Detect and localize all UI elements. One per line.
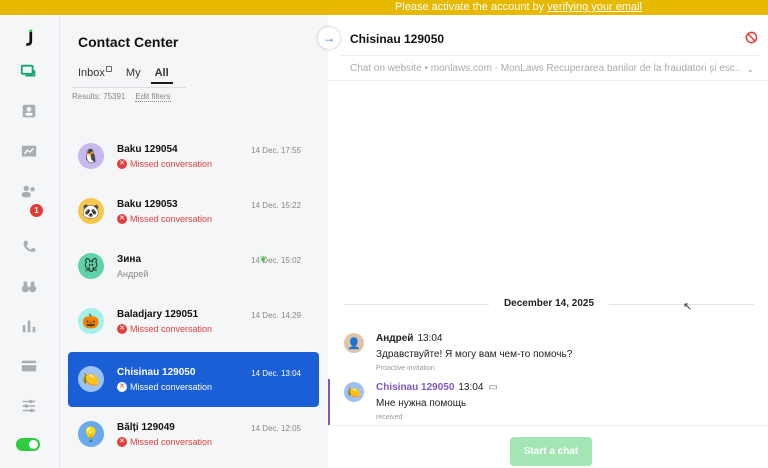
conversation-status: ✕ Missed conversation	[117, 382, 212, 392]
bulb-icon: 💡	[78, 421, 104, 447]
chat-panel: → Chisinau 129050 Chat on website • monl…	[318, 15, 768, 468]
message-note: Proactive invitation	[376, 365, 435, 372]
reports-icon[interactable]	[18, 141, 40, 163]
mouse-cursor-icon: ↖	[683, 301, 693, 313]
conversation-time: 14 Dec. 15:02	[251, 256, 301, 265]
conversation-list-panel: Contact Center Inbox My All Results: 753…	[60, 15, 328, 468]
message-text: Здравствуйте! Я могу вам чем-то помочь?	[376, 349, 573, 360]
edit-filters-link[interactable]: Edit filters	[135, 92, 171, 102]
conversation-item[interactable]: 🐼 Baku 129053 14 Dec. 15:22 ✕ Missed conv…	[68, 184, 319, 239]
block-icon[interactable]	[745, 31, 758, 44]
tab-inbox[interactable]: Inbox	[78, 66, 112, 79]
results-row: Results: 75391 Edit filters	[72, 92, 171, 102]
missed-icon: ✕	[117, 324, 127, 334]
chats-icon[interactable]	[18, 61, 40, 83]
binoculars-icon[interactable]	[18, 276, 40, 298]
missed-icon: ✕	[117, 214, 127, 224]
conversation-name: Baladjary 129051	[117, 309, 199, 320]
conversation-name: Зина	[117, 254, 142, 265]
agent-avatar: 👤	[344, 333, 364, 353]
billing-icon[interactable]	[18, 355, 40, 377]
conversation-name: Chisinau 129050	[117, 367, 196, 378]
conversation-status: ✕ Missed conversation	[117, 437, 212, 447]
conversation-time: 14 Dec. 13:04	[251, 369, 301, 378]
logo-icon[interactable]	[18, 27, 40, 49]
tab-all[interactable]: All	[150, 67, 173, 84]
banner-text: Please activate the account by	[394, 1, 548, 13]
missed-icon: ✕	[117, 159, 127, 169]
conversation-item[interactable]: 🐭 Зина ❦ 14 Dec. 15:02 Андрей	[68, 239, 319, 294]
conversation-item[interactable]: 🎃 Baladjary 129051 14 Dec. 14:29 ✕ Missed…	[68, 294, 319, 349]
results-count: Results: 75391	[72, 92, 126, 101]
message-text: Мне нужна помощь	[376, 398, 467, 409]
conversation-name: Bălți 129049	[117, 422, 175, 433]
lemon-icon: 🍋	[344, 382, 364, 402]
analytics-icon[interactable]	[18, 315, 40, 337]
chevron-down-icon[interactable]: ⌄	[746, 64, 754, 75]
chat-title: Chisinau 129050	[350, 32, 445, 46]
verify-email-link[interactable]: verifying your email	[547, 1, 642, 13]
date-separator: December 14, 2025	[344, 298, 754, 309]
source-divider	[328, 80, 768, 81]
team-notification-badge: 1	[30, 204, 43, 217]
missed-icon: ✕	[117, 382, 127, 392]
start-chat-button[interactable]: Start a chat	[510, 437, 592, 466]
team-icon[interactable]	[18, 181, 40, 203]
conversation-item[interactable]: 🐧 Baku 129054 14 Dec. 17:55 ✕ Missed conv…	[68, 129, 319, 184]
status-toggle[interactable]	[16, 438, 40, 451]
panda-icon: 🐼	[78, 198, 104, 224]
visitors-icon[interactable]	[18, 101, 40, 123]
penguin-icon: 🐧	[78, 143, 104, 169]
conversation-time: 14 Dec. 14:29	[251, 311, 301, 320]
conversation-agent: Андрей	[117, 269, 149, 279]
conversation-time: 14 Dec. 15:22	[251, 201, 301, 210]
message-time: 13:04	[458, 382, 484, 393]
missed-icon: ✕	[117, 437, 127, 447]
lock-icon	[105, 66, 112, 72]
mouse-icon: 🐭	[78, 253, 104, 279]
pumpkin-icon: 🎃	[78, 308, 104, 334]
conversation-item[interactable]: 💡 Bălți 129049 14 Dec. 12:05 ✕ Missed con…	[68, 407, 319, 462]
message-author: Chisinau 129050 13:04 ▭	[376, 382, 498, 393]
message-author: Андрей 13:04	[376, 333, 443, 344]
footer-divider	[328, 425, 768, 426]
message-bubble-icon: ▭	[488, 382, 498, 393]
message-time: 13:04	[417, 333, 443, 344]
tab-my[interactable]: My	[126, 67, 141, 79]
conversation-status: ✕ Missed conversation	[117, 214, 212, 224]
conversation-time: 14 Dec. 12:05	[251, 424, 301, 433]
message-note: received	[376, 414, 403, 421]
activation-banner: Please activate the account by verifying…	[0, 0, 768, 15]
phone-icon[interactable]	[18, 236, 40, 258]
arrow-right-icon[interactable]: →	[318, 27, 340, 49]
header-divider	[340, 55, 760, 56]
list-title: Contact Center	[78, 34, 179, 50]
conversation-status: ✕ Missed conversation	[117, 159, 212, 169]
visitor-message-marker	[328, 379, 330, 425]
tabs-divider	[72, 87, 186, 88]
list-tabs: Inbox My All	[78, 66, 173, 84]
chat-source: Chat on website • monlaws.com - MonLaws …	[350, 63, 740, 74]
conversation-time: 14 Dec. 17:55	[251, 146, 301, 155]
conversation-status: ✕ Missed conversation	[117, 324, 212, 334]
conversation-name: Baku 129054	[117, 144, 178, 155]
lemon-icon: 🍋	[78, 366, 104, 392]
settings-sliders-icon[interactable]	[18, 395, 40, 417]
conversation-name: Baku 129053	[117, 199, 178, 210]
sidebar-rail: 1	[0, 15, 60, 468]
conversation-item-selected[interactable]: 🍋 Chisinau 129050 14 Dec. 13:04 ✕ Missed …	[68, 352, 319, 407]
